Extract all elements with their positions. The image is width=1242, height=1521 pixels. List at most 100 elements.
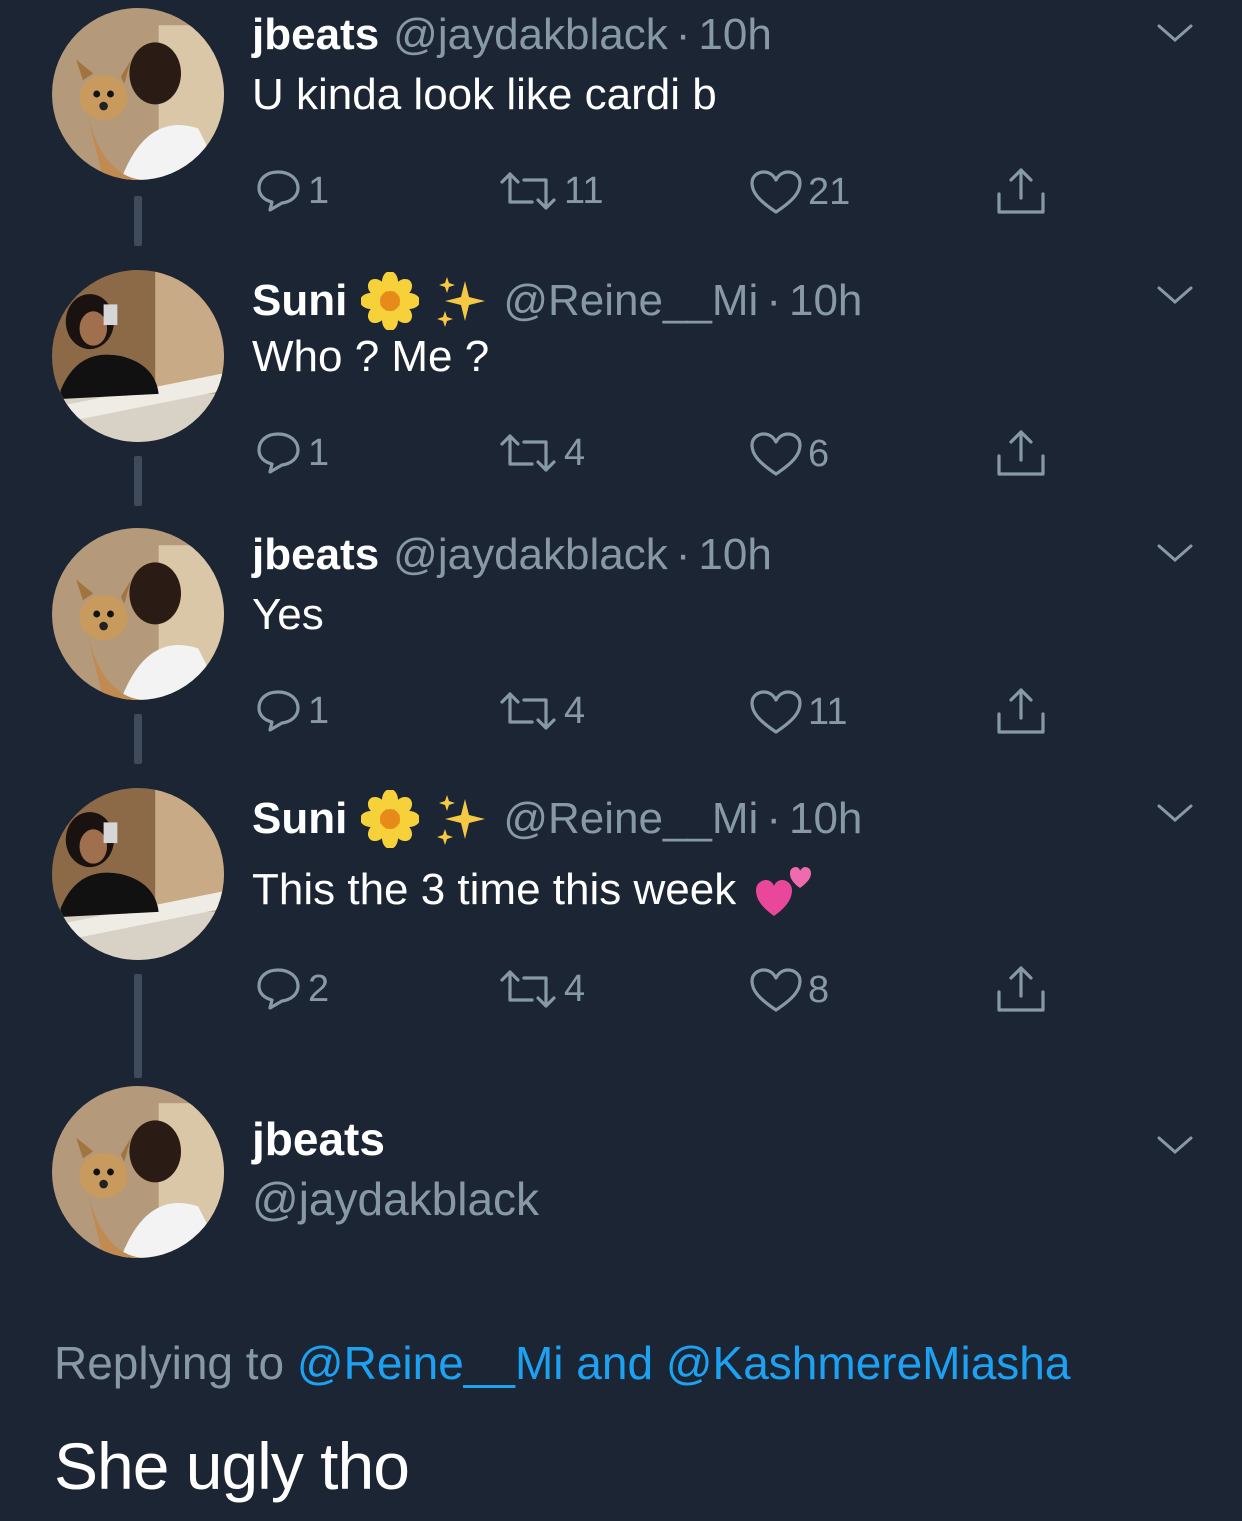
display-name[interactable]: Suni <box>252 794 347 844</box>
separator-dot: · <box>675 530 691 579</box>
tweet-text-row: This the 3 time this week <box>252 860 816 920</box>
tweet-header: Suni @Reine__Mi · 10h <box>252 272 862 330</box>
retweet-button[interactable]: 4 <box>496 430 585 476</box>
like-button[interactable]: 21 <box>748 168 850 216</box>
replying-and[interactable]: and <box>576 1337 653 1389</box>
tweet-text: Yes <box>252 590 324 639</box>
share-icon <box>997 168 1045 214</box>
like-button[interactable]: 8 <box>748 966 829 1014</box>
share-button[interactable] <box>994 684 1048 738</box>
user-handle[interactable]: @Reine__Mi <box>503 794 758 844</box>
reply-icon <box>257 968 300 1010</box>
timestamp[interactable]: 10h <box>698 530 771 580</box>
tweet[interactable]: jbeats @jaydakblack · 10h Yes 1 4 11 <box>0 520 1242 760</box>
share-button[interactable] <box>994 962 1048 1016</box>
user-handle[interactable]: @jaydakblack <box>393 530 668 580</box>
reply-button[interactable]: 1 <box>254 430 329 476</box>
avatar-woman-selfie-image <box>52 270 224 442</box>
share-icon <box>997 966 1045 1012</box>
like-button[interactable]: 11 <box>748 688 847 736</box>
retweet-button[interactable]: 4 <box>496 966 585 1012</box>
display-name[interactable]: jbeats <box>252 530 379 580</box>
mention-link[interactable]: @Reine__Mi <box>297 1337 564 1389</box>
share-button[interactable] <box>994 164 1048 218</box>
replying-to-line: Replying to @Reine__Mi and @KashmereMias… <box>54 1336 1070 1390</box>
tweet-header: jbeats @jaydakblack · 10h <box>252 530 772 580</box>
reply-count: 1 <box>308 169 330 212</box>
share-icon <box>997 688 1045 734</box>
reply-button[interactable]: 1 <box>254 688 329 734</box>
two-hearts-emoji <box>754 860 816 920</box>
display-name[interactable]: jbeats <box>252 10 379 60</box>
reply-icon <box>257 432 300 474</box>
avatar[interactable] <box>52 528 224 700</box>
avatar-man-with-dog-image <box>52 528 224 700</box>
tweet-actions: 1 11 21 <box>0 160 1242 220</box>
sparkles-emoji <box>433 791 489 847</box>
tweet-actions: 1 4 6 <box>0 422 1242 482</box>
tweet[interactable]: Suni <box>0 780 1242 1040</box>
main-tweet-text: She ugly tho <box>54 1429 410 1503</box>
retweet-icon <box>500 434 556 472</box>
share-icon <box>997 430 1045 476</box>
avatar[interactable] <box>52 270 224 442</box>
avatar[interactable] <box>52 788 224 960</box>
chevron-down-icon[interactable] <box>1155 540 1195 566</box>
chevron-down-icon[interactable] <box>1155 20 1195 46</box>
separator-dot: · <box>766 794 781 843</box>
reply-button[interactable]: 1 <box>254 168 329 214</box>
reply-icon <box>257 690 300 732</box>
like-count: 21 <box>808 170 851 213</box>
timestamp[interactable]: 10h <box>789 276 862 326</box>
avatar-man-with-dog-image <box>52 8 224 180</box>
user-handle[interactable]: @Reine__Mi <box>503 276 758 326</box>
share-button[interactable] <box>994 426 1048 480</box>
retweet-count: 4 <box>564 689 586 732</box>
retweet-count: 4 <box>564 967 586 1010</box>
blossom-emoji <box>361 790 420 848</box>
user-handle[interactable]: @jaydakblack <box>252 1172 539 1226</box>
heart-icon <box>750 690 802 734</box>
heart-icon <box>750 968 802 1012</box>
avatar-woman-selfie-image <box>52 788 224 960</box>
mention-link[interactable]: @KashmereMiasha <box>666 1337 1071 1389</box>
retweet-button[interactable]: 11 <box>496 168 603 214</box>
like-count: 8 <box>808 968 830 1011</box>
heart-icon <box>750 170 802 214</box>
replying-prefix: Replying to <box>54 1337 285 1389</box>
display-name[interactable]: Suni <box>252 276 347 326</box>
reply-icon <box>257 170 300 212</box>
like-button[interactable]: 6 <box>748 430 829 478</box>
blossom-emoji <box>361 272 420 330</box>
like-count: 6 <box>808 432 830 475</box>
avatar[interactable] <box>52 1086 224 1258</box>
retweet-icon <box>500 172 556 210</box>
avatar[interactable] <box>52 8 224 180</box>
chevron-down-icon[interactable] <box>1155 282 1195 308</box>
reply-button[interactable]: 2 <box>254 966 329 1012</box>
tweet-text: U kinda look like cardi b <box>252 70 717 119</box>
chevron-down-icon[interactable] <box>1155 800 1195 826</box>
reply-count: 1 <box>308 689 330 732</box>
user-handle[interactable]: @jaydakblack <box>393 10 668 60</box>
retweet-count: 11 <box>564 169 604 212</box>
tweet-text: This the 3 time this week <box>252 865 737 914</box>
reply-count: 2 <box>308 967 330 1010</box>
tweet-thread-page: jbeats @jaydakblack · 10h U kinda look l… <box>0 0 1242 1521</box>
display-name[interactable]: jbeats <box>252 1112 385 1166</box>
retweet-icon <box>500 692 556 730</box>
separator-dot: · <box>766 276 781 325</box>
avatar-man-with-dog-image <box>52 1086 224 1258</box>
timestamp[interactable]: 10h <box>698 10 771 60</box>
tweet[interactable]: Suni <box>0 262 1242 502</box>
timestamp[interactable]: 10h <box>789 794 862 844</box>
tweet-text: Who ? Me ? <box>252 332 490 381</box>
tweet[interactable]: jbeats @jaydakblack · 10h U kinda look l… <box>0 0 1242 240</box>
heart-icon <box>750 432 802 476</box>
retweet-button[interactable]: 4 <box>496 688 585 734</box>
tweet-actions: 2 4 8 <box>0 958 1242 1018</box>
chevron-down-icon[interactable] <box>1155 1132 1195 1158</box>
like-count: 11 <box>808 690 848 733</box>
sparkles-emoji <box>433 273 489 329</box>
retweet-icon <box>500 970 556 1008</box>
